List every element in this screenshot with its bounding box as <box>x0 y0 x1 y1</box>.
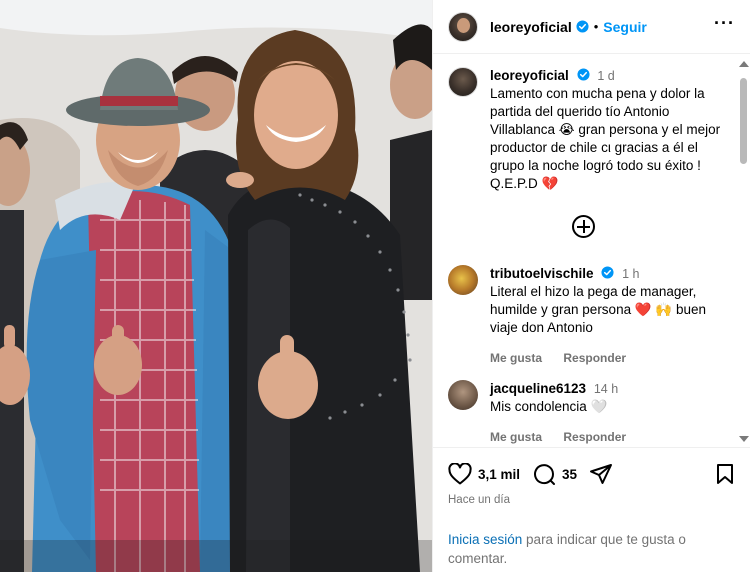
comment-username[interactable]: tributoelvischile <box>490 266 594 281</box>
login-link[interactable]: Inicia sesión <box>448 532 522 547</box>
bookmark-icon[interactable] <box>715 463 735 485</box>
caption-time: 1 d <box>597 69 615 83</box>
comment-time: 14 h <box>593 382 619 396</box>
likes-count[interactable]: 3,1 mil <box>478 467 520 482</box>
share-icon[interactable] <box>589 462 613 486</box>
comments-count: 35 <box>562 466 578 482</box>
verified-badge-icon <box>577 68 590 81</box>
comment-time: 1 h <box>622 267 640 281</box>
post-actions-bar: 3,1 mil 35 Hace un día Inicia sesión par… <box>433 447 750 572</box>
comment-reply-button[interactable]: Responder <box>563 351 626 365</box>
scroll-down-arrow-icon[interactable] <box>739 436 749 442</box>
scroll-up-arrow-icon[interactable] <box>739 61 749 67</box>
verified-badge-icon <box>576 20 589 33</box>
comment-reply-button[interactable]: Responder <box>563 430 626 444</box>
caption-text: Lamento con mucha pena y dolor la partid… <box>490 86 721 191</box>
comment-avatar[interactable] <box>448 380 478 410</box>
post-date: Hace un día <box>448 494 511 506</box>
comment-like-button[interactable]: Me gusta <box>490 430 542 444</box>
comment-avatar[interactable] <box>448 265 478 295</box>
caption-username[interactable]: leoreyoficial <box>490 68 569 83</box>
scrollbar-thumb[interactable] <box>740 78 747 164</box>
load-more-comments-icon[interactable] <box>572 215 595 238</box>
comment-text: Mis condolencia 🤍 <box>490 399 608 414</box>
post-side-panel: leoreyoficial • Seguir ··· leoreyoficial… <box>432 0 750 572</box>
author-username[interactable]: leoreyoficial <box>490 19 572 35</box>
comment-item: tributoelvischile 1 h Literal el hizo la… <box>448 265 730 367</box>
author-avatar[interactable] <box>448 11 478 42</box>
comment-icon[interactable] <box>532 462 556 486</box>
heart-icon[interactable] <box>448 463 472 485</box>
comments-scroll-area[interactable]: leoreyoficial 1 d Lamento con mucha pena… <box>433 55 750 447</box>
comment-item: jacqueline6123 14 h Mis condolencia 🤍 Me… <box>448 380 730 446</box>
login-prompt: Inicia sesión para indicar que te gusta … <box>448 530 728 568</box>
post-header: leoreyoficial • Seguir ··· <box>433 0 750 54</box>
caption-avatar[interactable] <box>448 67 478 97</box>
comment-like-button[interactable]: Me gusta <box>490 351 542 365</box>
photo-illustration <box>0 0 432 572</box>
follow-button[interactable]: Seguir <box>603 19 647 35</box>
comment-username[interactable]: jacqueline6123 <box>490 381 586 396</box>
verified-badge-icon <box>601 266 614 279</box>
comments-scrollbar[interactable] <box>738 58 749 442</box>
more-options-icon[interactable]: ··· <box>714 14 735 32</box>
comment-text: Literal el hizo la pega de manager, humi… <box>490 284 706 335</box>
post-photo[interactable] <box>0 0 432 572</box>
separator-dot: • <box>593 19 599 34</box>
caption-item: leoreyoficial 1 d Lamento con mucha pena… <box>448 67 730 193</box>
